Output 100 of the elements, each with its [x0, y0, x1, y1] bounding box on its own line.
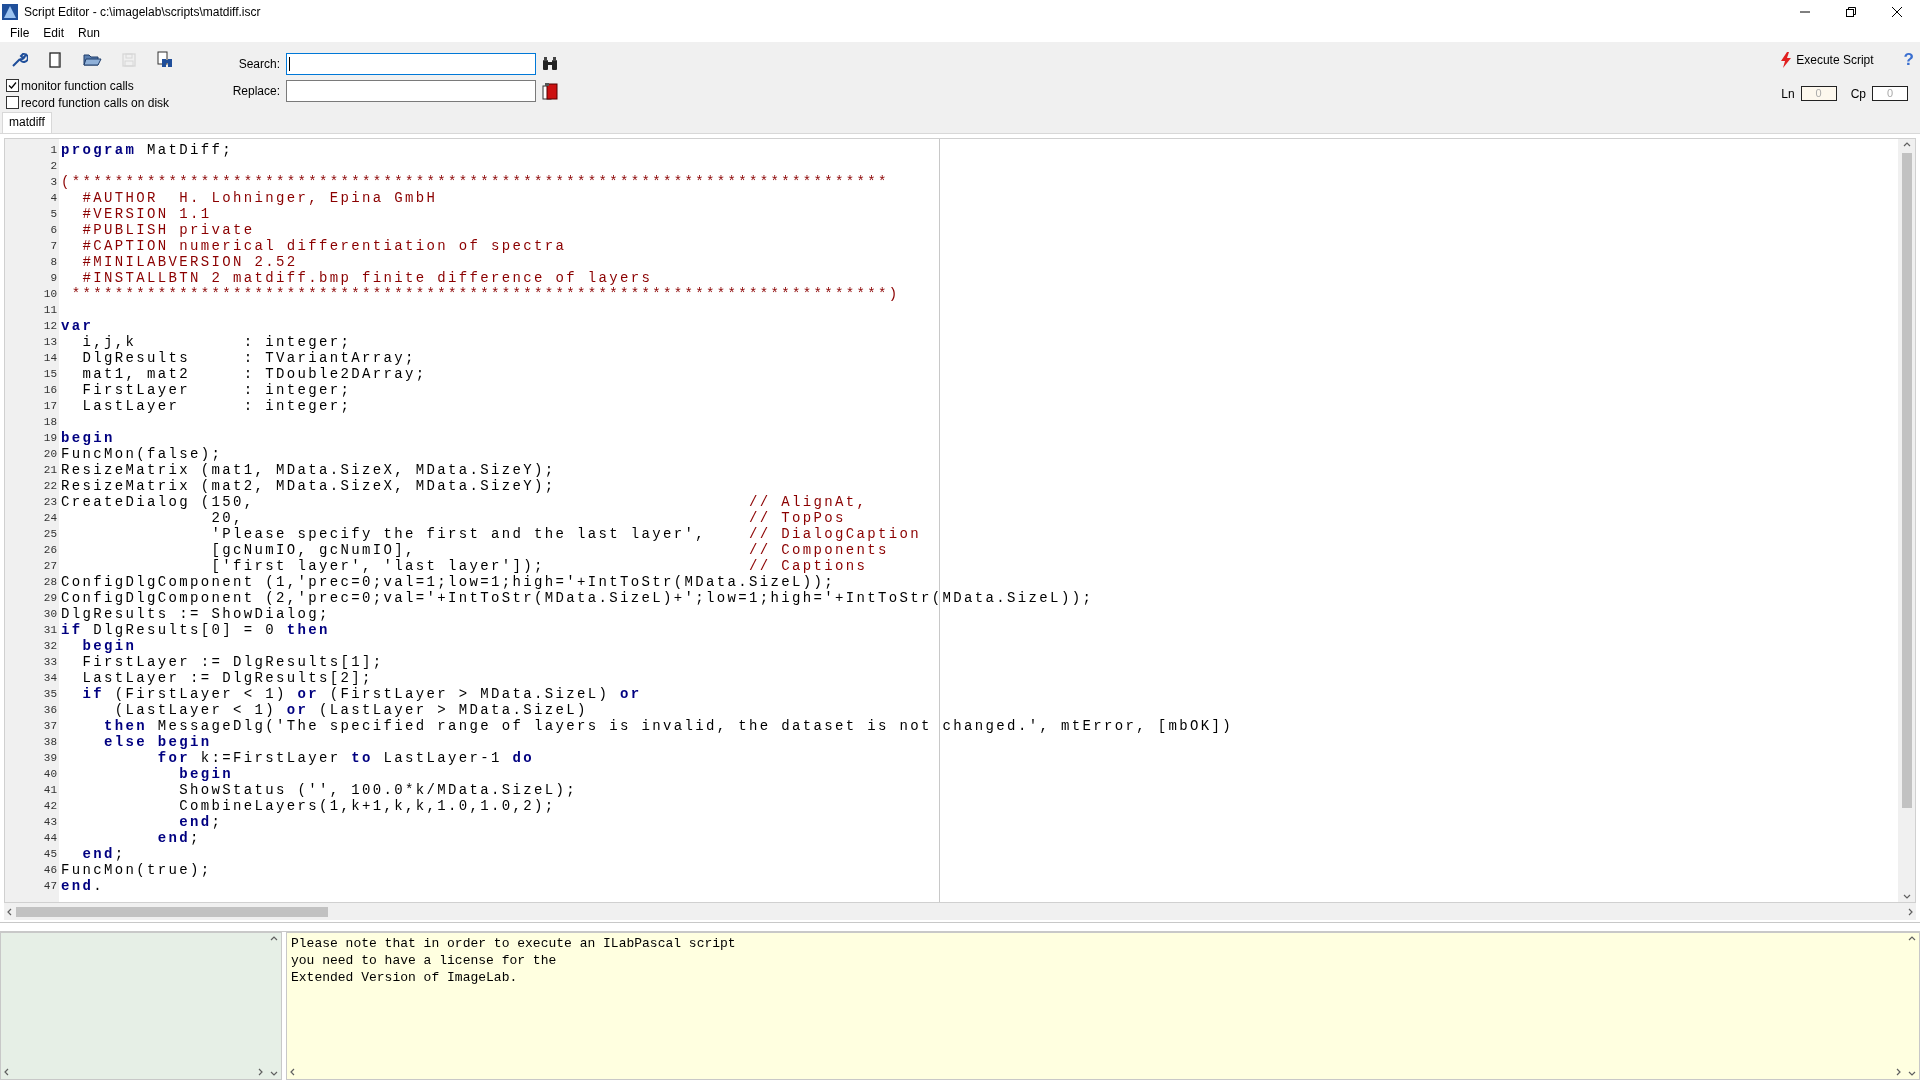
code-line: end.	[61, 878, 105, 894]
line-number: 22	[42, 479, 58, 494]
line-number: 20	[42, 447, 58, 462]
binoculars-icon[interactable]	[542, 56, 558, 71]
code-line: var	[61, 318, 94, 334]
code-line: #MINILABVERSION 2.52	[81, 254, 298, 270]
code-line: if (FirstLayer < 1) or (FirstLayer > MData.SizeL) or	[81, 686, 642, 702]
clipboard-icon[interactable]	[542, 81, 558, 100]
code-line: #VERSION 1.1	[81, 206, 212, 222]
wrench-icon[interactable]	[10, 50, 28, 69]
code-line: end;	[156, 830, 201, 846]
menu-item[interactable]: Run	[72, 26, 107, 40]
code-line: ResizeMatrix (mat1, MData.SizeX, MData.SizeY);	[61, 462, 556, 478]
code-line: end;	[81, 846, 126, 862]
code-line: end;	[178, 814, 223, 830]
replace-field[interactable]	[286, 79, 536, 102]
code-line: ResizeMatrix (mat2, MData.SizeX, MData.SizeY);	[61, 478, 556, 494]
line-number: 26	[42, 543, 58, 558]
code-line: FuncMon(false);	[61, 446, 223, 462]
new-icon[interactable]	[46, 50, 64, 69]
help-icon[interactable]: ?	[1903, 50, 1914, 70]
line-number: 16	[42, 383, 58, 398]
line-number: 15	[42, 367, 58, 382]
menu-item[interactable]: File	[4, 26, 36, 40]
cp-label: Cp	[1850, 86, 1866, 101]
line-number: 46	[42, 863, 58, 878]
code-line: 'Please specify the first and the last layer', // DialogCaption	[210, 526, 922, 542]
line-number: 10	[42, 287, 58, 302]
line-number: 32	[42, 639, 58, 654]
line-number: 38	[42, 735, 58, 750]
line-number: 28	[42, 575, 58, 590]
line-number: 31	[42, 623, 58, 638]
code-line: LastLayer := DlgResults[2];	[81, 670, 373, 686]
line-field: 0	[1800, 86, 1837, 101]
code-line: ****************************************************************************)	[70, 286, 900, 302]
code-line: (****************************************************************************	[61, 174, 889, 190]
code-line: DlgResults := ShowDialog;	[61, 606, 330, 622]
line-number: 24	[42, 511, 58, 526]
code-line: begin	[178, 766, 234, 782]
code-line: [gcNumIO, gcNumIO], // Components	[210, 542, 889, 558]
execute-button[interactable]: Execute Script	[1780, 52, 1874, 68]
code-line: then MessageDlg('The specified range of layers is invalid, the dataset is not changed.', mtError, [mbOK])	[103, 718, 1233, 734]
line-number: 12	[42, 319, 58, 334]
line-number: 40	[42, 767, 58, 782]
close-icon[interactable]	[1892, 7, 1902, 17]
vertical-scrollbar[interactable]	[1898, 139, 1915, 902]
line-number: 41	[42, 783, 58, 798]
code-line: else begin	[103, 734, 212, 750]
horizontal-scrollbar[interactable]	[4, 903, 1916, 920]
code-line: #AUTHOR H. Lohninger, Epina GmbH	[81, 190, 438, 206]
checkbox[interactable]	[6, 79, 19, 93]
line-number: 8	[49, 255, 58, 270]
tab[interactable]: matdiff	[2, 112, 52, 133]
restore-icon[interactable]	[1846, 7, 1856, 17]
line-number: 18	[42, 415, 58, 430]
code-line: #PUBLISH private	[81, 222, 255, 238]
line-number: 35	[42, 687, 58, 702]
line-number: 23	[42, 495, 58, 510]
line-number: 42	[42, 799, 58, 814]
checkbox-label: monitor function calls	[21, 78, 134, 93]
code-line: program MatDiff;	[61, 142, 234, 158]
line-number: 21	[42, 463, 58, 478]
search-field[interactable]	[286, 52, 536, 75]
menu-item[interactable]: Edit	[37, 26, 71, 40]
line-number: 19	[42, 431, 58, 446]
line-number: 47	[42, 879, 58, 894]
code-line: DlgResults : TVariantArray;	[81, 350, 416, 366]
code-line: LastLayer : integer;	[81, 398, 352, 414]
code-line: #INSTALLBTN 2 matdiff.bmp finite difference of layers	[81, 270, 653, 286]
code-line: FirstLayer := DlgResults[1];	[81, 654, 384, 670]
line-number: 30	[42, 607, 58, 622]
line-number: 14	[42, 351, 58, 366]
line-number: 17	[42, 399, 58, 414]
window-title: Script Editor - c:\imagelab\scripts\matdiff.iscr	[24, 5, 262, 19]
line-number: 34	[42, 671, 58, 686]
line-number: 43	[42, 815, 58, 830]
code-line: CombineLayers(1,k+1,k,k,1.0,1.0,2);	[178, 798, 556, 814]
line-number: 25	[42, 527, 58, 542]
line-number: 7	[49, 239, 58, 254]
line-number: 2	[49, 159, 58, 174]
code-line: ['first layer', 'last layer']); // Captions	[210, 558, 868, 574]
line-number: 6	[49, 223, 58, 238]
line-number: 5	[49, 207, 58, 222]
code-line: mat1, mat2 : TDouble2DArray;	[81, 366, 427, 382]
line-number: 44	[42, 831, 58, 846]
code-line: (LastLayer < 1) or (LastLayer > MData.SizeL)	[113, 702, 588, 718]
find-doc-icon[interactable]	[156, 50, 174, 69]
line-number: 36	[42, 703, 58, 718]
checkbox[interactable]	[6, 96, 19, 110]
line-number: 37	[42, 719, 58, 734]
replace-label: Replace:	[231, 83, 280, 98]
code-line: ShowStatus ('', 100.0*k/MData.SizeL);	[178, 782, 578, 798]
code-line: FirstLayer : integer;	[81, 382, 352, 398]
line-number: 9	[49, 271, 58, 286]
line-number: 27	[42, 559, 58, 574]
code-line: begin	[81, 638, 137, 654]
code-line: begin	[61, 430, 115, 446]
line-number: 33	[42, 655, 58, 670]
code-line: if DlgResults[0] = 0 then	[61, 622, 330, 638]
code-line: CreateDialog (150, // AlignAt,	[61, 494, 868, 510]
